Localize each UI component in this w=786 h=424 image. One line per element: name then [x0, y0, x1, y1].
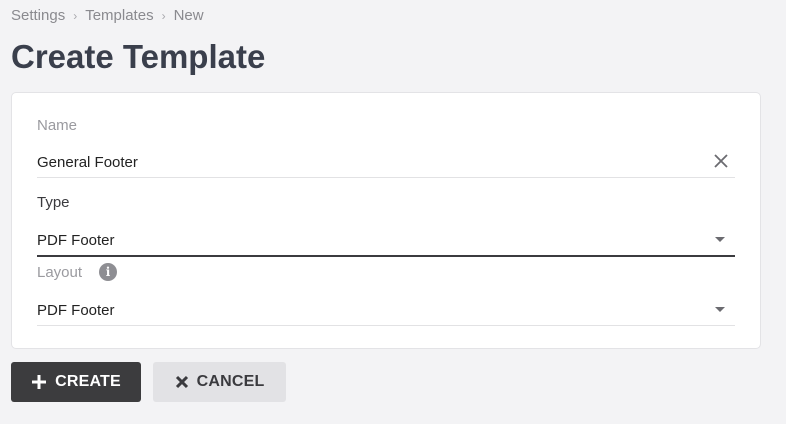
breadcrumb-separator: › [161, 8, 166, 23]
name-input[interactable]: General Footer [37, 147, 735, 178]
breadcrumb: Settings › Templates › New [11, 7, 204, 24]
chevron-down-icon[interactable] [715, 237, 725, 242]
name-field: Name General Footer [37, 116, 735, 178]
type-field: Type PDF Footer [37, 193, 735, 257]
name-value: General Footer [37, 153, 138, 171]
layout-label-row: Layout i [37, 261, 735, 283]
breadcrumb-separator: › [73, 8, 78, 23]
layout-label: Layout [37, 263, 83, 281]
cancel-button[interactable]: CANCEL [153, 362, 286, 402]
type-select[interactable]: PDF Footer [37, 225, 735, 257]
type-value: PDF Footer [37, 231, 115, 249]
close-icon[interactable] [713, 153, 729, 169]
type-label: Type [37, 193, 70, 211]
name-label: Name [37, 116, 78, 134]
create-button-label: CREATE [55, 373, 121, 390]
info-icon[interactable]: i [99, 263, 118, 281]
cancel-button-label: CANCEL [196, 373, 265, 390]
breadcrumb-current: New [173, 7, 204, 24]
form-card: Name General Footer Type PDF Footer Layo… [11, 92, 761, 349]
page-title: Create Template [11, 38, 266, 75]
chevron-down-icon[interactable] [715, 307, 725, 312]
breadcrumb-templates[interactable]: Templates [85, 7, 153, 24]
create-button[interactable]: CREATE [11, 362, 141, 402]
layout-field: Layout i PDF Footer [37, 261, 735, 326]
plus-icon [31, 374, 47, 390]
breadcrumb-settings[interactable]: Settings [11, 7, 65, 24]
layout-value: PDF Footer [37, 301, 115, 319]
layout-select[interactable]: PDF Footer [37, 295, 735, 326]
close-icon [175, 375, 189, 389]
